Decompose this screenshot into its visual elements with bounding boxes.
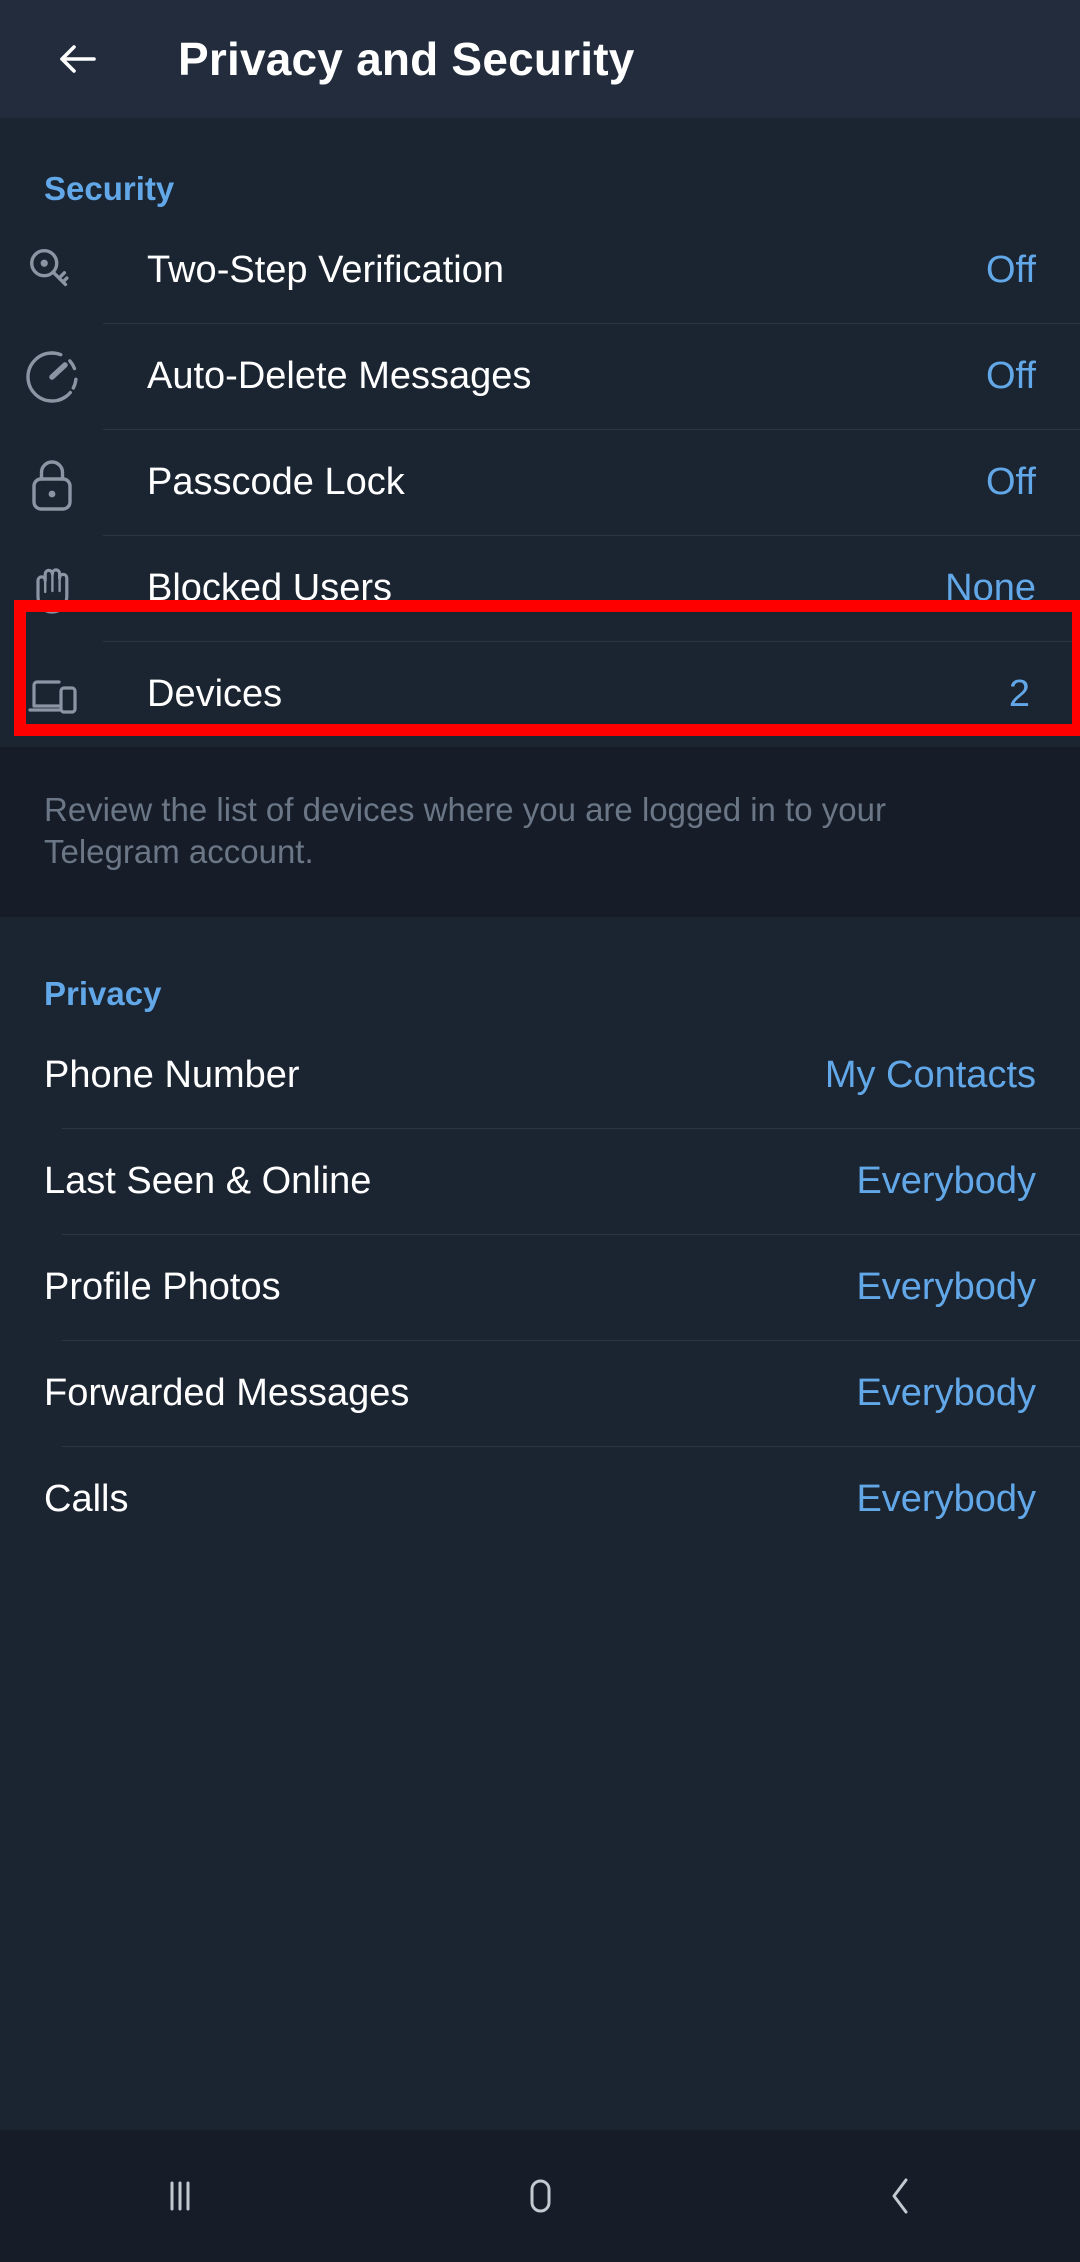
key-icon xyxy=(0,240,103,302)
row-label: Passcode Lock xyxy=(147,461,405,503)
row-auto-delete-messages[interactable]: Auto-Delete Messages Off xyxy=(0,324,1080,429)
row-value: Everybody xyxy=(856,1372,1036,1415)
arrow-left-icon xyxy=(50,31,106,87)
app-screen: Privacy and Security Security Two-Step V… xyxy=(0,0,1080,2262)
row-forwarded-messages[interactable]: Forwarded Messages Everybody xyxy=(0,1341,1080,1446)
security-section: Security Two-Step Verification Off Auto-… xyxy=(0,118,1080,747)
row-devices[interactable]: Devices 2 xyxy=(0,642,1080,747)
row-profile-photos[interactable]: Profile Photos Everybody xyxy=(0,1235,1080,1340)
row-value: Off xyxy=(986,461,1036,503)
row-value: None xyxy=(945,567,1036,609)
row-label: Phone Number xyxy=(44,1054,300,1097)
back-button[interactable] xyxy=(46,27,110,91)
timer-icon xyxy=(0,346,103,408)
row-value: My Contacts xyxy=(824,1054,1036,1097)
recents-bars-icon xyxy=(151,2167,209,2225)
back-chevron-icon xyxy=(871,2167,929,2225)
privacy-section-label: Privacy xyxy=(44,975,162,1013)
app-bar: Privacy and Security xyxy=(0,0,1080,118)
devices-note: Review the list of devices where you are… xyxy=(0,747,1080,918)
lock-icon xyxy=(0,452,103,514)
row-value: Off xyxy=(986,355,1036,397)
home-button[interactable] xyxy=(360,2130,720,2262)
row-label: Two-Step Verification xyxy=(147,249,504,291)
back-nav-button[interactable] xyxy=(720,2130,1080,2262)
row-value: Everybody xyxy=(856,1478,1036,1521)
row-blocked-users[interactable]: Blocked Users None xyxy=(0,536,1080,641)
row-value: Everybody xyxy=(856,1160,1036,1203)
page-title: Privacy and Security xyxy=(178,33,635,85)
privacy-section: Privacy Phone Number My Contacts Last Se… xyxy=(0,917,1080,1553)
row-value: 2 xyxy=(1008,673,1030,715)
system-navigation-bar xyxy=(0,2130,1080,2262)
home-square-icon xyxy=(511,2167,569,2225)
security-section-label: Security xyxy=(44,170,175,207)
row-label: Forwarded Messages xyxy=(44,1372,410,1415)
devices-note-text: Review the list of devices where you are… xyxy=(44,791,886,871)
hand-icon xyxy=(0,558,103,620)
row-two-step-verification[interactable]: Two-Step Verification Off xyxy=(0,218,1080,323)
devices-icon xyxy=(0,664,103,726)
row-label: Calls xyxy=(44,1478,129,1521)
row-last-seen-online[interactable]: Last Seen & Online Everybody xyxy=(0,1129,1080,1234)
row-label: Devices xyxy=(147,673,283,715)
row-label: Blocked Users xyxy=(147,567,392,609)
row-value: Off xyxy=(986,249,1036,291)
row-value: Everybody xyxy=(856,1266,1036,1309)
row-phone-number[interactable]: Phone Number My Contacts xyxy=(0,1023,1080,1128)
row-calls[interactable]: Calls Everybody xyxy=(0,1447,1080,1552)
row-passcode-lock[interactable]: Passcode Lock Off xyxy=(0,430,1080,535)
row-label: Last Seen & Online xyxy=(44,1160,372,1203)
row-label: Profile Photos xyxy=(44,1266,281,1309)
recents-button[interactable] xyxy=(0,2130,360,2262)
row-label: Auto-Delete Messages xyxy=(147,355,532,397)
